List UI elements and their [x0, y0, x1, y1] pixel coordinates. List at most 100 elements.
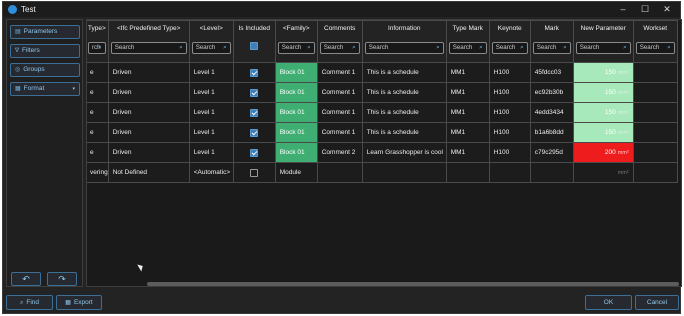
cell-new-parameter[interactable]: mm² — [572, 162, 634, 183]
cell-ifc-type[interactable]: Driven — [107, 62, 190, 83]
cell-new-parameter[interactable]: 150 mm² — [572, 102, 634, 123]
column-header-ifc-predefined-type[interactable]: <Ifc Predefined Type> Search ⌕ — [107, 20, 190, 63]
cell-mark[interactable]: ec92b30b — [529, 82, 574, 103]
cell-type-mark[interactable]: MM1 — [445, 62, 490, 83]
cell-workset[interactable] — [632, 82, 678, 103]
cell-information[interactable]: Learn Grasshopper is cool — [361, 142, 447, 163]
cell-type-mark[interactable] — [445, 162, 490, 183]
column-header-mark[interactable]: Mark Search ⌕ — [529, 20, 574, 63]
cell-type-mark[interactable]: MM1 — [445, 82, 490, 103]
column-header-keynote[interactable]: Keynote Search ⌕ — [488, 20, 531, 63]
horizontal-scrollbar[interactable] — [147, 282, 679, 286]
cell-type-mark[interactable]: MM1 — [445, 102, 490, 123]
cell-family[interactable]: Block 01 — [274, 122, 318, 143]
cell-workset[interactable] — [632, 62, 678, 83]
search-input[interactable]: Search ⌕ — [532, 42, 571, 54]
cell-comments[interactable]: Comment 1 — [316, 62, 363, 83]
search-input[interactable]: Search ⌕ — [364, 42, 444, 54]
cell-type[interactable]: e — [87, 142, 109, 163]
close-button[interactable]: ✕ — [657, 2, 677, 17]
included-checkbox[interactable] — [250, 128, 259, 137]
table-row[interactable]: e Driven Level 1 Block 01 Comment 1 This… — [87, 82, 678, 103]
cell-level[interactable]: Level 1 — [188, 122, 234, 143]
cell-keynote[interactable]: H100 — [488, 62, 531, 83]
cell-information[interactable]: This is a schedule — [361, 62, 447, 83]
included-checkbox[interactable] — [250, 88, 259, 97]
search-input[interactable]: Search ⌕ — [110, 42, 187, 54]
cell-type[interactable]: e — [87, 82, 109, 103]
table-row[interactable]: e Driven Level 1 Block 01 Comment 2 Lear… — [87, 142, 678, 163]
included-checkbox[interactable] — [250, 148, 259, 157]
cell-level[interactable]: Level 1 — [188, 62, 234, 83]
search-input[interactable]: Search ⌕ — [191, 42, 231, 54]
cell-information[interactable]: This is a schedule — [361, 102, 447, 123]
cell-mark[interactable]: b1a6b8dd — [529, 122, 574, 143]
search-input[interactable]: rch ⌕ — [88, 42, 106, 54]
cell-keynote[interactable]: H100 — [488, 142, 531, 163]
select-all-checkbox[interactable] — [250, 42, 259, 50]
cell-level[interactable]: Level 1 — [188, 142, 234, 163]
cell-ifc-type[interactable]: Driven — [107, 142, 190, 163]
cell-family[interactable]: Block 01 — [274, 62, 318, 83]
cell-workset[interactable] — [632, 102, 678, 123]
cell-type[interactable]: vering — [87, 162, 109, 183]
column-header-is-included[interactable]: Is Included — [232, 20, 276, 63]
cell-comments[interactable] — [316, 162, 363, 183]
cell-workset[interactable] — [632, 162, 678, 183]
cell-keynote[interactable]: H100 — [488, 122, 531, 143]
column-header-new-parameter[interactable]: New Parameter Search ⌕ — [572, 20, 634, 63]
column-header-type[interactable]: Type> rch ⌕ — [87, 20, 109, 63]
cell-type[interactable]: e — [87, 62, 109, 83]
column-header-comments[interactable]: Comments Search ⌕ — [316, 20, 363, 63]
cell-comments[interactable]: Comment 1 — [316, 122, 363, 143]
cell-comments[interactable]: Comment 2 — [316, 142, 363, 163]
column-header-type-mark[interactable]: Type Mark Search ⌕ — [445, 20, 490, 63]
cell-ifc-type[interactable]: Not Defined — [107, 162, 190, 183]
cell-workset[interactable] — [632, 142, 678, 163]
search-input[interactable]: Search ⌕ — [448, 42, 487, 54]
cell-keynote[interactable] — [488, 162, 531, 183]
export-button[interactable]: ▦ Export — [56, 295, 102, 310]
cell-comments[interactable]: Comment 1 — [316, 102, 363, 123]
cell-information[interactable]: This is a schedule — [361, 82, 447, 103]
undo-button[interactable]: ↶ — [11, 272, 41, 286]
cell-keynote[interactable]: H100 — [488, 82, 531, 103]
cell-type-mark[interactable]: MM1 — [445, 142, 490, 163]
parameters-button[interactable]: ▤ Parameters — [10, 25, 80, 39]
cell-ifc-type[interactable]: Driven — [107, 122, 190, 143]
search-input[interactable]: Search ⌕ — [491, 42, 528, 54]
find-button[interactable]: ⌕ Find — [6, 295, 53, 310]
redo-button[interactable]: ↷ — [47, 272, 77, 286]
cell-ifc-type[interactable]: Driven — [107, 102, 190, 123]
cell-workset[interactable] — [632, 122, 678, 143]
cell-type[interactable]: e — [87, 102, 109, 123]
cell-mark[interactable]: 4edd3434 — [529, 102, 574, 123]
search-input[interactable]: Search ⌕ — [575, 42, 631, 54]
cell-type-mark[interactable]: MM1 — [445, 122, 490, 143]
ok-button[interactable]: OK — [585, 295, 632, 310]
cell-ifc-type[interactable]: Driven — [107, 82, 190, 103]
cell-family[interactable]: Block 01 — [274, 82, 318, 103]
cell-level[interactable]: <Automatic> — [188, 162, 234, 183]
groups-button[interactable]: ◎ Groups — [10, 63, 80, 77]
search-input[interactable]: Search ⌕ — [319, 42, 360, 54]
cell-new-parameter[interactable]: 200 mm² — [572, 142, 634, 163]
maximize-button[interactable]: ☐ — [635, 2, 655, 17]
included-checkbox[interactable] — [250, 168, 259, 177]
cell-family[interactable]: Block 01 — [274, 142, 318, 163]
cell-new-parameter[interactable]: 150 mm² — [572, 82, 634, 103]
format-dropdown[interactable]: ▦ Format ▾ — [10, 82, 80, 96]
minimize-button[interactable]: – — [613, 2, 633, 17]
cancel-button[interactable]: Cancel — [635, 295, 679, 310]
cell-type[interactable]: e — [87, 122, 109, 143]
included-checkbox[interactable] — [250, 108, 259, 117]
table-row[interactable]: e Driven Level 1 Block 01 Comment 1 This… — [87, 102, 678, 123]
included-checkbox[interactable] — [250, 68, 259, 77]
cell-mark[interactable]: 45fdcc03 — [529, 62, 574, 83]
cell-information[interactable]: This is a schedule — [361, 122, 447, 143]
search-input[interactable]: Search ⌕ — [277, 42, 315, 54]
column-header-information[interactable]: Information Search ⌕ — [361, 20, 447, 63]
cell-new-parameter[interactable]: 150 mm² — [572, 122, 634, 143]
table-row[interactable]: e Driven Level 1 Block 01 Comment 1 This… — [87, 122, 678, 143]
cell-keynote[interactable]: H100 — [488, 102, 531, 123]
